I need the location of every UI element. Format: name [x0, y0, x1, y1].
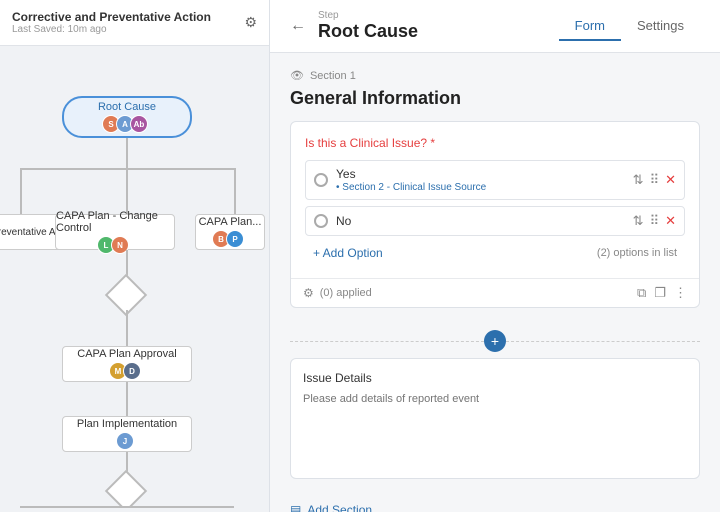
section1-title: General Information: [290, 88, 700, 109]
option-yes-actions: ⇅ ⠿ ✕: [633, 172, 676, 188]
connector-quality-v: [20, 506, 22, 508]
question-card: Is this a Clinical Issue? * Yes • Sectio…: [290, 121, 700, 308]
step-title: Root Cause: [318, 21, 418, 41]
close-icon-yes[interactable]: ✕: [665, 172, 676, 188]
node-root-label: Root Cause: [98, 101, 156, 113]
card-footer: ⚙ (0) applied ⧉ ❐ ⋮: [291, 278, 699, 307]
diamond-2: [105, 470, 147, 508]
more-icon[interactable]: ⋮: [674, 285, 687, 301]
avatar-3: Ab: [130, 115, 148, 133]
issue-details-card: Issue Details: [290, 358, 700, 479]
connector-1: [126, 138, 128, 168]
add-field-row: +: [290, 324, 700, 358]
node-impl-avatars: J: [120, 432, 134, 450]
section1-label: Section 1: [310, 70, 356, 82]
close-icon-no[interactable]: ✕: [665, 213, 676, 229]
node-root-cause[interactable]: Root Cause S A Ab: [62, 96, 192, 138]
add-section-icon: ▤: [290, 503, 301, 512]
avatar-a2: D: [123, 362, 141, 380]
connector-mv: [126, 168, 128, 214]
applied-text: (0) applied: [320, 287, 372, 299]
issue-details-input[interactable]: [303, 393, 687, 463]
node-capa-plan[interactable]: CAPA Plan... B P: [195, 214, 265, 250]
options-count: (2) options in list: [597, 247, 685, 259]
footer-actions: ⧉ ❐ ⋮: [637, 285, 687, 301]
add-section-btn[interactable]: ▤ Add Section: [290, 495, 700, 512]
option-no-row: No ⇅ ⠿ ✕: [305, 206, 685, 236]
last-saved: Last Saved: 10m ago: [12, 24, 211, 35]
add-option-row: + Add Option (2) options in list: [305, 242, 685, 264]
option-no-actions: ⇅ ⠿ ✕: [633, 213, 676, 229]
back-button[interactable]: ←: [290, 17, 306, 35]
avatar-i1: J: [116, 432, 134, 450]
left-header-text: Corrective and Preventative Action Last …: [12, 10, 211, 35]
node-implement[interactable]: Plan Implementation J: [62, 416, 192, 452]
dashed-right: [506, 341, 700, 342]
avatar-p2: P: [226, 230, 244, 248]
node-implement-label: Plan Implementation: [77, 418, 177, 430]
option-yes-sub: • Section 2 - Clinical Issue Source: [336, 182, 486, 193]
node-capa-avatars: L N: [101, 236, 129, 254]
question-text: Is this a Clinical Issue? *: [305, 136, 435, 150]
add-field-button[interactable]: +: [484, 330, 506, 352]
header-tabs: Form Settings: [559, 12, 700, 41]
dots-icon-yes[interactable]: ⠿: [650, 172, 660, 188]
option-yes-row: Yes • Section 2 - Clinical Issue Source …: [305, 160, 685, 200]
node-capa-plan-label: CAPA Plan...: [199, 216, 262, 228]
branch-icon-yes[interactable]: ⇅: [633, 172, 644, 188]
option-no-radio[interactable]: [314, 214, 328, 228]
section1-header: 👁 Section 1: [290, 69, 700, 82]
node-capa-change-label: CAPA Plan - Change Control: [56, 210, 174, 234]
gear-icon[interactable]: ⚙: [244, 14, 257, 31]
settings-icon-sm: ⚙: [303, 286, 314, 300]
question-label: Is this a Clinical Issue? *: [305, 136, 685, 150]
node-avatars: S A Ab: [106, 115, 148, 133]
option-yes-text: Yes: [336, 167, 486, 181]
tab-form[interactable]: Form: [559, 12, 621, 41]
dots-icon-no[interactable]: ⠿: [650, 213, 660, 229]
connector-lv: [20, 168, 22, 214]
connector-impl: [126, 382, 128, 416]
copy-icon[interactable]: ⧉: [637, 285, 646, 301]
issue-details-label: Issue Details: [303, 371, 687, 385]
node-approval-label: CAPA Plan Approval: [77, 348, 176, 360]
add-section-label: Add Section: [307, 503, 372, 512]
option-yes-radio[interactable]: [314, 173, 328, 187]
workflow-title: Corrective and Preventative Action: [12, 10, 211, 24]
step-label: Step: [318, 10, 418, 21]
node-capa-plan-avatars: B P: [216, 230, 244, 248]
left-header: Corrective and Preventative Action Last …: [0, 0, 269, 46]
branch-icon-no[interactable]: ⇅: [633, 213, 644, 229]
add-option-btn[interactable]: + Add Option: [305, 242, 391, 264]
connector-sai-v: [210, 506, 212, 508]
step-info: Step Root Cause: [318, 10, 418, 42]
right-panel: ← Step Root Cause Form Settings 👁 Sectio…: [270, 0, 720, 512]
left-panel: Corrective and Preventative Action Last …: [0, 0, 270, 512]
card-inner: Is this a Clinical Issue? * Yes • Sectio…: [291, 122, 699, 278]
dashed-left: [290, 341, 484, 342]
duplicate-icon[interactable]: ❐: [654, 285, 666, 301]
tab-settings[interactable]: Settings: [621, 12, 700, 41]
option-no-text: No: [336, 214, 633, 228]
right-content: 👁 Section 1 General Information Is this …: [270, 53, 720, 512]
node-approval[interactable]: CAPA Plan Approval M D: [62, 346, 192, 382]
flow-area: Root Cause S A Ab Preventative Ac... CAP…: [0, 46, 269, 508]
node-approval-avatars: M D: [113, 362, 141, 380]
add-option-label: + Add Option: [313, 246, 383, 260]
connector-after-diamond: [126, 310, 128, 346]
node-capa-change[interactable]: CAPA Plan - Change Control L N: [55, 214, 175, 250]
connector-rv: [234, 168, 236, 214]
eye-icon: 👁: [290, 69, 304, 82]
right-header: ← Step Root Cause Form Settings: [270, 0, 720, 53]
connector-bottom-h: [20, 506, 234, 508]
option-yes-content: Yes • Section 2 - Clinical Issue Source: [336, 167, 486, 193]
